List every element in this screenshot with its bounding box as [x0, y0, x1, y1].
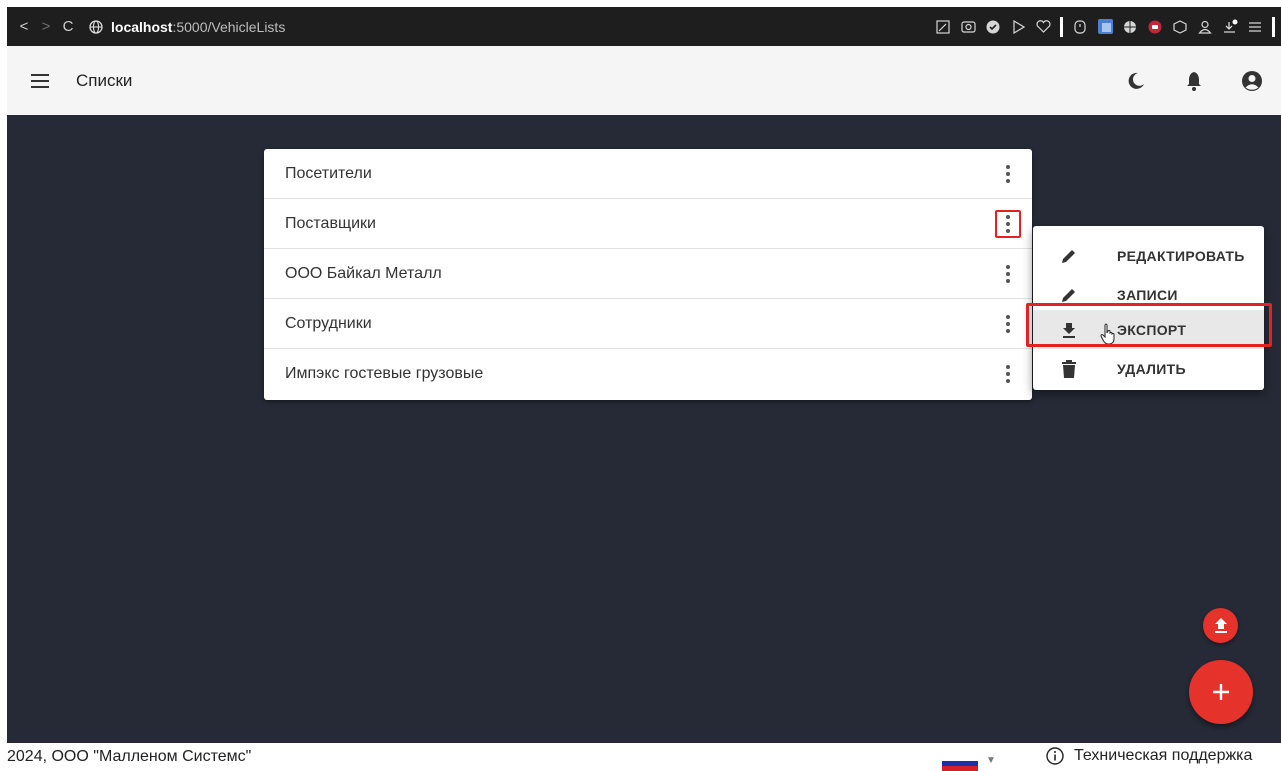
bell-icon — [1187, 71, 1201, 91]
russian-flag-icon — [942, 749, 978, 771]
language-selector[interactable]: ▼ — [942, 749, 996, 771]
list-item-menu-button[interactable] — [995, 360, 1021, 388]
list-context-menu: РЕДАКТИРОВАТЬ ЗАПИСИ ЭКСПОРТ УДАЛИТЬ — [1026, 226, 1272, 390]
play-icon[interactable] — [1010, 19, 1026, 35]
export-highlight-frame — [1026, 303, 1272, 347]
extension-toolbar — [935, 7, 1275, 46]
menu-item-delete[interactable]: УДАЛИТЬ — [1033, 349, 1264, 388]
pencil-icon — [1057, 244, 1081, 268]
menu-item-label: УДАЛИТЬ — [1117, 360, 1186, 377]
plus-icon — [1213, 684, 1229, 700]
list-item-menu-button[interactable] — [995, 310, 1021, 338]
dark-mode-button[interactable] — [1107, 57, 1165, 105]
address-bar[interactable]: localhost:5000/VehicleLists — [89, 19, 285, 35]
menu-item-edit[interactable]: РЕДАКТИРОВАТЬ — [1033, 236, 1264, 275]
list-item-menu-button[interactable] — [995, 210, 1021, 238]
camera-icon[interactable] — [960, 19, 976, 35]
support-label: Техническая поддержка — [1074, 747, 1253, 764]
menu-item-label: РЕДАКТИРОВАТЬ — [1117, 247, 1245, 264]
url-host: localhost — [111, 18, 173, 35]
app-bar: Списки — [7, 46, 1281, 115]
list-item[interactable]: Поставщики — [264, 199, 1032, 249]
browser-toolbar-inner: < > C localhost:5000/VehicleLists — [7, 7, 1281, 46]
browser-toolbar: < > C localhost:5000/VehicleLists — [0, 0, 1281, 46]
import-fab[interactable] — [1203, 608, 1238, 643]
trash-icon — [1057, 357, 1081, 381]
reload-button[interactable]: C — [57, 16, 79, 38]
heart-icon[interactable] — [1035, 19, 1051, 35]
add-list-fab[interactable] — [1189, 660, 1253, 724]
translate-icon[interactable] — [1097, 19, 1113, 35]
hamburger-icon — [31, 73, 49, 88]
list-item[interactable]: ООО Байкал Металл — [264, 249, 1032, 299]
toolbar-divider — [1060, 16, 1063, 37]
list-item[interactable]: Импэкс гостевые грузовые — [264, 349, 1032, 399]
browser-menu-icon[interactable] — [1247, 19, 1263, 35]
cube-icon[interactable] — [1172, 19, 1188, 35]
main-content: Посетители Поставщики ООО Байкал Металл … — [7, 115, 1281, 743]
copyright-text: 2024, ООО "Малленом Системс" — [7, 748, 252, 765]
upload-icon — [1214, 617, 1227, 633]
ublock-icon[interactable] — [1147, 19, 1163, 35]
list-item-label: Посетители — [285, 164, 372, 182]
list-item[interactable]: Посетители — [264, 149, 1032, 199]
list-item-menu-button[interactable] — [995, 160, 1021, 188]
notifications-button[interactable] — [1165, 57, 1223, 105]
back-button[interactable]: < — [13, 16, 35, 38]
menu-item-label: ЗАПИСИ — [1117, 286, 1178, 303]
clock-icon[interactable] — [1072, 19, 1088, 35]
list-item-label: ООО Байкал Металл — [285, 264, 442, 282]
list-item-label: Сотрудники — [285, 314, 372, 332]
edit-image-icon[interactable] — [935, 19, 951, 35]
support-link[interactable]: Техническая поддержка — [1046, 747, 1252, 765]
list-item[interactable]: Сотрудники — [264, 299, 1032, 349]
info-icon — [1046, 747, 1064, 765]
globe-ext-icon[interactable] — [1122, 19, 1138, 35]
account-circle-icon — [1242, 70, 1262, 91]
shield-check-icon[interactable] — [985, 19, 1001, 35]
url-path: :5000/VehicleLists — [172, 18, 286, 35]
user-icon[interactable] — [1197, 19, 1213, 35]
forward-button[interactable]: > — [35, 16, 57, 38]
list-item-label: Поставщики — [285, 214, 376, 232]
hamburger-menu-button[interactable] — [28, 69, 52, 93]
toolbar-divider — [1272, 16, 1275, 37]
globe-icon — [89, 19, 103, 34]
app-actions — [1107, 46, 1281, 115]
downloads-icon[interactable] — [1222, 19, 1238, 35]
vehicle-lists-card: Посетители Поставщики ООО Байкал Металл … — [264, 149, 1032, 400]
footer: 2024, ООО "Малленом Системс" ▼ Техническ… — [0, 743, 1281, 771]
account-button[interactable] — [1223, 57, 1281, 105]
dropdown-caret-icon: ▼ — [986, 754, 996, 766]
list-item-menu-button[interactable] — [995, 260, 1021, 288]
moon-icon — [1128, 72, 1144, 89]
page-title: Списки — [76, 70, 133, 90]
list-item-label: Импэкс гостевые грузовые — [285, 365, 484, 382]
